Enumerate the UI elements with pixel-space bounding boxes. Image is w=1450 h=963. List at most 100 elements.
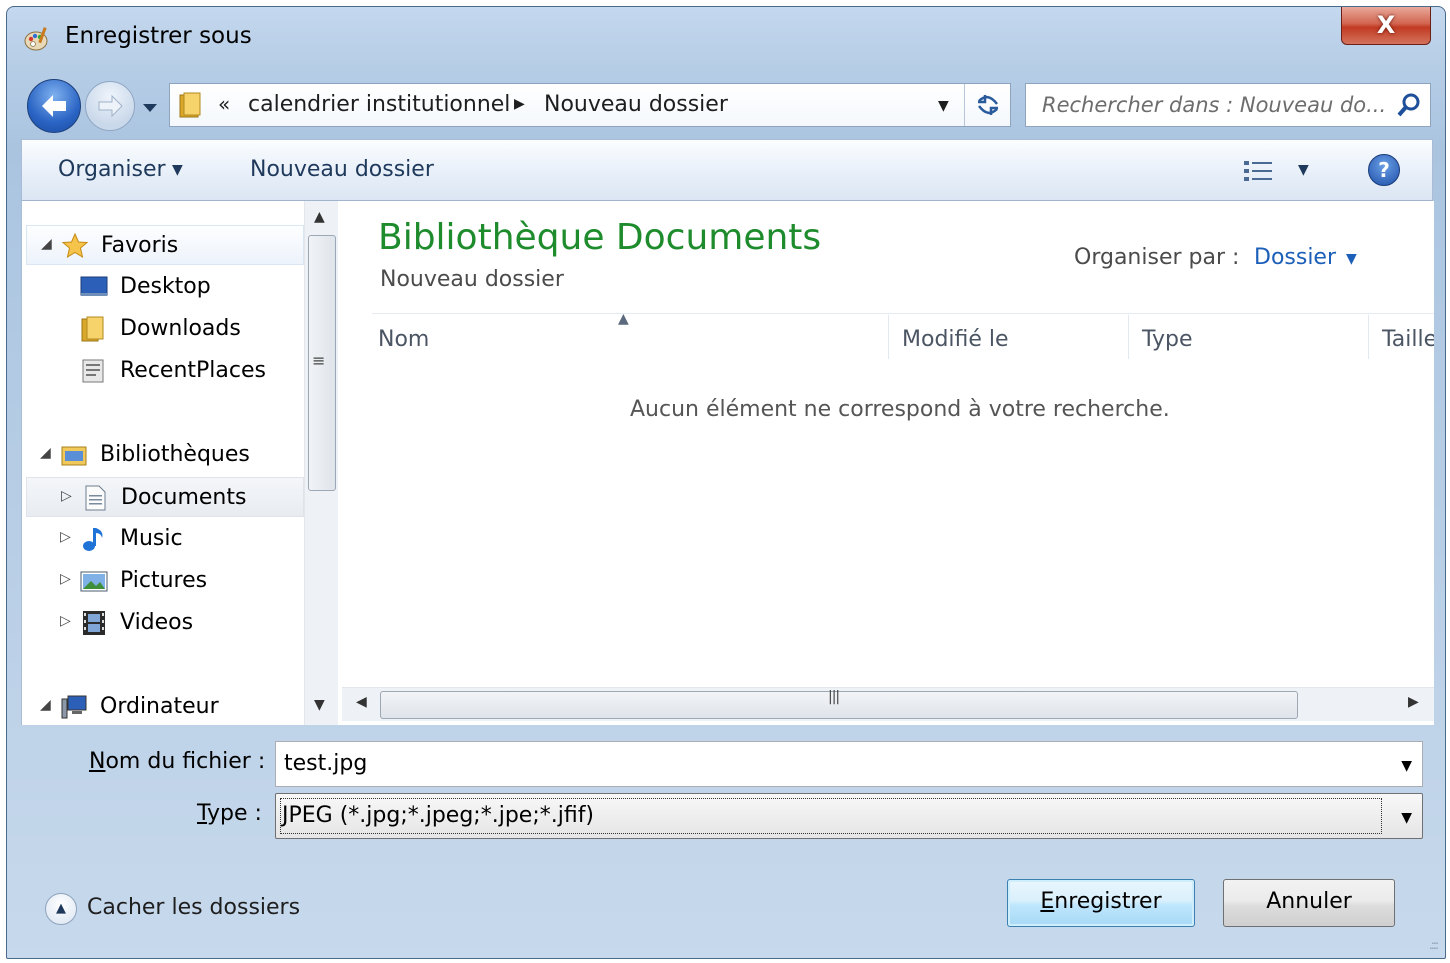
recent-places-icon bbox=[82, 359, 104, 383]
computer-icon bbox=[61, 695, 87, 719]
column-header-name[interactable]: Nom bbox=[378, 327, 429, 352]
filetype-label-accelerator: T bbox=[197, 801, 208, 826]
tree-item-libraries[interactable]: ◢ Bibliothèques bbox=[26, 435, 304, 475]
tree-item-downloads[interactable]: Downloads bbox=[26, 309, 304, 349]
column-separator[interactable] bbox=[888, 315, 889, 359]
sort-ascending-icon: ▲ bbox=[618, 311, 629, 327]
filename-value[interactable]: test.jpg bbox=[284, 751, 367, 776]
close-button[interactable]: X bbox=[1341, 7, 1431, 45]
libraries-icon bbox=[61, 446, 87, 466]
tree-item-music[interactable]: ▷ Music bbox=[26, 519, 304, 559]
tree-item-recentplaces[interactable]: RecentPlaces bbox=[26, 351, 304, 391]
tree-item-label: Music bbox=[120, 526, 183, 551]
hide-folders-link[interactable]: Cacher les dossiers bbox=[87, 895, 300, 920]
view-dropdown-icon[interactable]: ▼ bbox=[1298, 162, 1309, 178]
expand-arrow-icon[interactable]: ▷ bbox=[60, 529, 71, 545]
view-options-icon[interactable] bbox=[1242, 158, 1276, 184]
downloads-folder-icon bbox=[81, 316, 104, 342]
resize-grip-icon[interactable]: .::: bbox=[1429, 938, 1439, 952]
save-button[interactable]: Enregistrer bbox=[1007, 879, 1195, 927]
save-button-accelerator: E bbox=[1040, 889, 1055, 914]
column-header-divider bbox=[372, 313, 1434, 314]
organize-dropdown-icon[interactable]: ▼ bbox=[172, 162, 183, 178]
search-placeholder: Rechercher dans : Nouveau do... bbox=[1042, 93, 1387, 117]
tree-item-videos[interactable]: ▷ Videos bbox=[26, 603, 304, 643]
empty-results-message: Aucun élément ne correspond à votre rech… bbox=[630, 397, 1170, 422]
save-button-label: nregistrer bbox=[1054, 889, 1162, 914]
tree-item-favorites[interactable]: ◢ Favoris bbox=[26, 225, 304, 265]
film-strip-icon bbox=[83, 611, 105, 635]
search-icon[interactable] bbox=[1396, 92, 1422, 118]
scroll-right-arrow-icon[interactable]: ▶ bbox=[1408, 694, 1419, 710]
collapse-arrow-icon[interactable]: ◢ bbox=[40, 445, 51, 461]
tree-item-label: Favoris bbox=[101, 233, 179, 258]
scroll-down-arrow-icon[interactable]: ▼ bbox=[314, 697, 325, 713]
recent-locations-dropdown-icon[interactable] bbox=[139, 97, 161, 117]
new-folder-button[interactable]: Nouveau dossier bbox=[250, 157, 434, 182]
filename-dropdown-icon[interactable]: ▼ bbox=[1401, 758, 1412, 774]
cancel-button[interactable]: Annuler bbox=[1223, 879, 1395, 927]
column-header-modified[interactable]: Modifié le bbox=[902, 327, 1009, 352]
filename-input[interactable]: test.jpg ▼ bbox=[275, 741, 1423, 787]
breadcrumb-calendrier-institutionnel[interactable]: calendrier institutionnel bbox=[248, 92, 510, 117]
address-dropdown-icon[interactable]: ▼ bbox=[938, 98, 949, 114]
pictures-icon bbox=[80, 571, 108, 592]
file-list-horizontal-scrollbar[interactable]: ◀ ||| ▶ bbox=[342, 687, 1434, 721]
forward-arrow-icon bbox=[98, 94, 123, 118]
refresh-button[interactable] bbox=[964, 84, 1010, 126]
column-header-size[interactable]: Taille bbox=[1382, 327, 1434, 352]
navigation-pane: ◢ Favoris Desktop Downloads RecentPlaces… bbox=[22, 201, 304, 725]
file-list-pane: Bibliothèque Documents Nouveau dossier O… bbox=[342, 201, 1434, 725]
title-bar[interactable]: Enregistrer sous X bbox=[7, 7, 1445, 71]
tree-item-label: Desktop bbox=[120, 274, 211, 299]
browser-panels: ◢ Favoris Desktop Downloads RecentPlaces… bbox=[21, 201, 1434, 725]
expand-arrow-icon[interactable]: ▷ bbox=[60, 613, 71, 629]
breadcrumb-separator-arrow-icon[interactable]: ▶ bbox=[514, 96, 525, 112]
address-bar[interactable]: « calendrier institutionnel ▶ Nouveau do… bbox=[169, 83, 1011, 127]
scroll-up-arrow-icon[interactable]: ▲ bbox=[314, 209, 325, 225]
hide-folders-chevron-icon[interactable]: ▲ bbox=[45, 893, 77, 925]
expand-arrow-icon[interactable]: ▷ bbox=[61, 488, 72, 504]
breadcrumb-nouveau-dossier[interactable]: Nouveau dossier bbox=[544, 92, 728, 117]
tree-item-label: Bibliothèques bbox=[100, 442, 250, 467]
library-subtitle: Nouveau dossier bbox=[380, 267, 564, 292]
collapse-arrow-icon[interactable]: ◢ bbox=[41, 236, 52, 252]
filetype-dropdown-icon[interactable]: ▼ bbox=[1401, 810, 1412, 826]
navigation-pane-scrollbar[interactable]: ▲ ≡ ▼ bbox=[304, 201, 338, 725]
arrange-by-dropdown-icon[interactable]: ▼ bbox=[1346, 251, 1357, 267]
help-button[interactable]: ? bbox=[1368, 154, 1400, 186]
command-toolbar: Organiser ▼ Nouveau dossier ▼ ? bbox=[21, 139, 1433, 201]
music-note-icon bbox=[83, 528, 103, 551]
tree-item-desktop[interactable]: Desktop bbox=[26, 267, 304, 307]
documents-icon bbox=[85, 485, 106, 511]
column-separator[interactable] bbox=[1128, 315, 1129, 359]
filename-label-accelerator: N bbox=[89, 749, 106, 774]
expand-arrow-icon[interactable]: ▷ bbox=[60, 571, 71, 587]
paint-palette-icon bbox=[24, 27, 48, 51]
tree-item-documents[interactable]: ▷ Documents bbox=[26, 477, 304, 517]
organize-button[interactable]: Organiser bbox=[58, 157, 166, 182]
filename-label: Nom du fichier : bbox=[89, 749, 265, 774]
column-header-type[interactable]: Type bbox=[1142, 327, 1193, 352]
collapse-arrow-icon[interactable]: ◢ bbox=[40, 697, 51, 713]
refresh-icon bbox=[977, 95, 998, 115]
breadcrumb-overflow-chevron[interactable]: « bbox=[218, 92, 230, 116]
tree-item-pictures[interactable]: ▷ Pictures bbox=[26, 561, 304, 601]
save-as-dialog: Enregistrer sous X « calendrier institut… bbox=[6, 6, 1446, 959]
arrange-by-dropdown[interactable]: Dossier bbox=[1254, 245, 1336, 270]
star-icon bbox=[61, 232, 89, 259]
tree-item-computer[interactable]: ◢ Ordinateur bbox=[26, 687, 304, 725]
folder-icon bbox=[179, 92, 201, 118]
tree-item-label: Videos bbox=[120, 610, 194, 635]
window-title: Enregistrer sous bbox=[65, 23, 252, 49]
filename-label-text: om du fichier : bbox=[105, 749, 266, 774]
desktop-icon bbox=[80, 276, 108, 296]
forward-button[interactable] bbox=[85, 81, 135, 131]
back-button[interactable] bbox=[27, 79, 81, 133]
filetype-select[interactable]: JPEG (*.jpg;*.jpeg;*.jpe;*.jfif) ▼ bbox=[275, 793, 1423, 839]
tree-item-label: Downloads bbox=[120, 316, 241, 341]
library-title: Bibliothèque Documents bbox=[378, 217, 822, 258]
column-separator[interactable] bbox=[1368, 315, 1369, 359]
scroll-left-arrow-icon[interactable]: ◀ bbox=[356, 694, 367, 710]
search-box[interactable]: Rechercher dans : Nouveau do... bbox=[1025, 83, 1431, 127]
